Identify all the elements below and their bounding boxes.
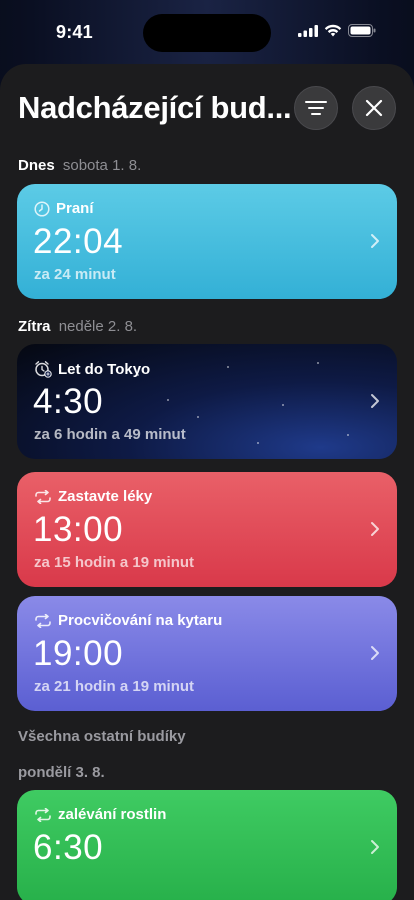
alarm-label-row: Zastavte léky [34,488,152,505]
alarm-card-zastavte-leky[interactable]: Zastavte léky 13:00 za 15 hodin a 19 min… [17,472,397,587]
alarm-time: 13:00 [33,510,124,549]
section-tomorrow: Zítra neděle 2. 8. [18,318,137,335]
alarm-label-row: zalévání rostlin [34,806,166,823]
section-today: Dnes sobota 1. 8. [18,157,141,174]
chevron-right-icon [371,234,379,248]
chevron-right-icon [371,522,379,536]
alarm-card-zalevani-rostlin[interactable]: zalévání rostlin 6:30 [17,790,397,900]
status-bar: 9:41 [0,0,414,60]
alarm-card-prani[interactable]: Praní 22:04 za 24 minut [17,184,397,299]
alarm-label-row: Let do Tokyo [34,360,150,378]
close-button[interactable] [352,86,396,130]
alarm-countdown: za 6 hodin a 49 minut [34,426,186,443]
status-time: 9:41 [56,22,93,42]
page-title: Nadcházející bud... [18,90,292,125]
star-decoration [167,399,169,401]
section-date: neděle 2. 8. [58,318,138,335]
alarm-card-procvicovani-na-kytaru[interactable]: Procvičování na kytaru 19:00 za 21 hodin… [17,596,397,711]
alarm-clock-icon [35,361,52,378]
close-icon [365,99,383,117]
alarm-countdown: za 15 hodin a 19 minut [34,554,195,571]
section-monday: pondělí 3. 8. [18,764,105,781]
star-decoration [282,404,284,406]
sheet-header: Nadcházející bud... [18,86,396,134]
chevron-right-icon [371,394,379,408]
alarm-time: 6:30 [33,828,104,867]
alarm-time: 19:00 [33,634,124,673]
section-day: Zítra [18,318,51,335]
dynamic-island [143,14,271,52]
alarm-time: 22:04 [33,222,124,261]
chevron-right-icon [371,840,379,854]
upcoming-alarms-sheet: Nadcházející bud... Dnes sobota 1. 8. Pr… [0,64,414,900]
alarm-label-row: Procvičování na kytaru [34,612,222,629]
filter-icon [305,101,327,115]
chevron-right-icon [371,646,379,660]
star-decoration [347,434,349,436]
alarm-label: Let do Tokyo [58,360,151,378]
wifi-icon [324,24,342,37]
repeat-icon [35,489,51,504]
repeat-icon [35,807,51,822]
alarm-label: Procvičování na kytaru [58,612,223,629]
alarm-label: zalévání rostlin [58,806,167,823]
star-decoration [227,366,229,368]
clock-icon [34,200,50,217]
filter-button[interactable] [294,86,338,130]
alarm-time: 4:30 [33,382,104,421]
cellular-signal-icon [298,24,318,37]
section-date: sobota 1. 8. [62,157,142,174]
star-decoration [197,416,199,418]
repeat-icon [35,613,51,628]
alarm-label: Praní [56,200,94,217]
alarm-countdown: za 24 minut [34,266,116,283]
status-icons [298,24,376,37]
screen: 9:41 Nadcházející bud... Dnes sobota 1. … [0,0,414,900]
section-other-alarms: Všechna ostatní budíky [18,728,186,745]
alarm-label: Zastavte léky [58,488,153,505]
battery-icon [348,24,376,37]
star-decoration [257,442,259,444]
alarm-countdown: za 21 hodin a 19 minut [34,678,195,695]
star-decoration [317,362,319,364]
section-day: Dnes [18,157,55,174]
alarm-card-let-do-tokyo[interactable]: Let do Tokyo 4:30 za 6 hodin a 49 minut [17,344,397,459]
alarm-label-row: Praní [34,200,94,217]
